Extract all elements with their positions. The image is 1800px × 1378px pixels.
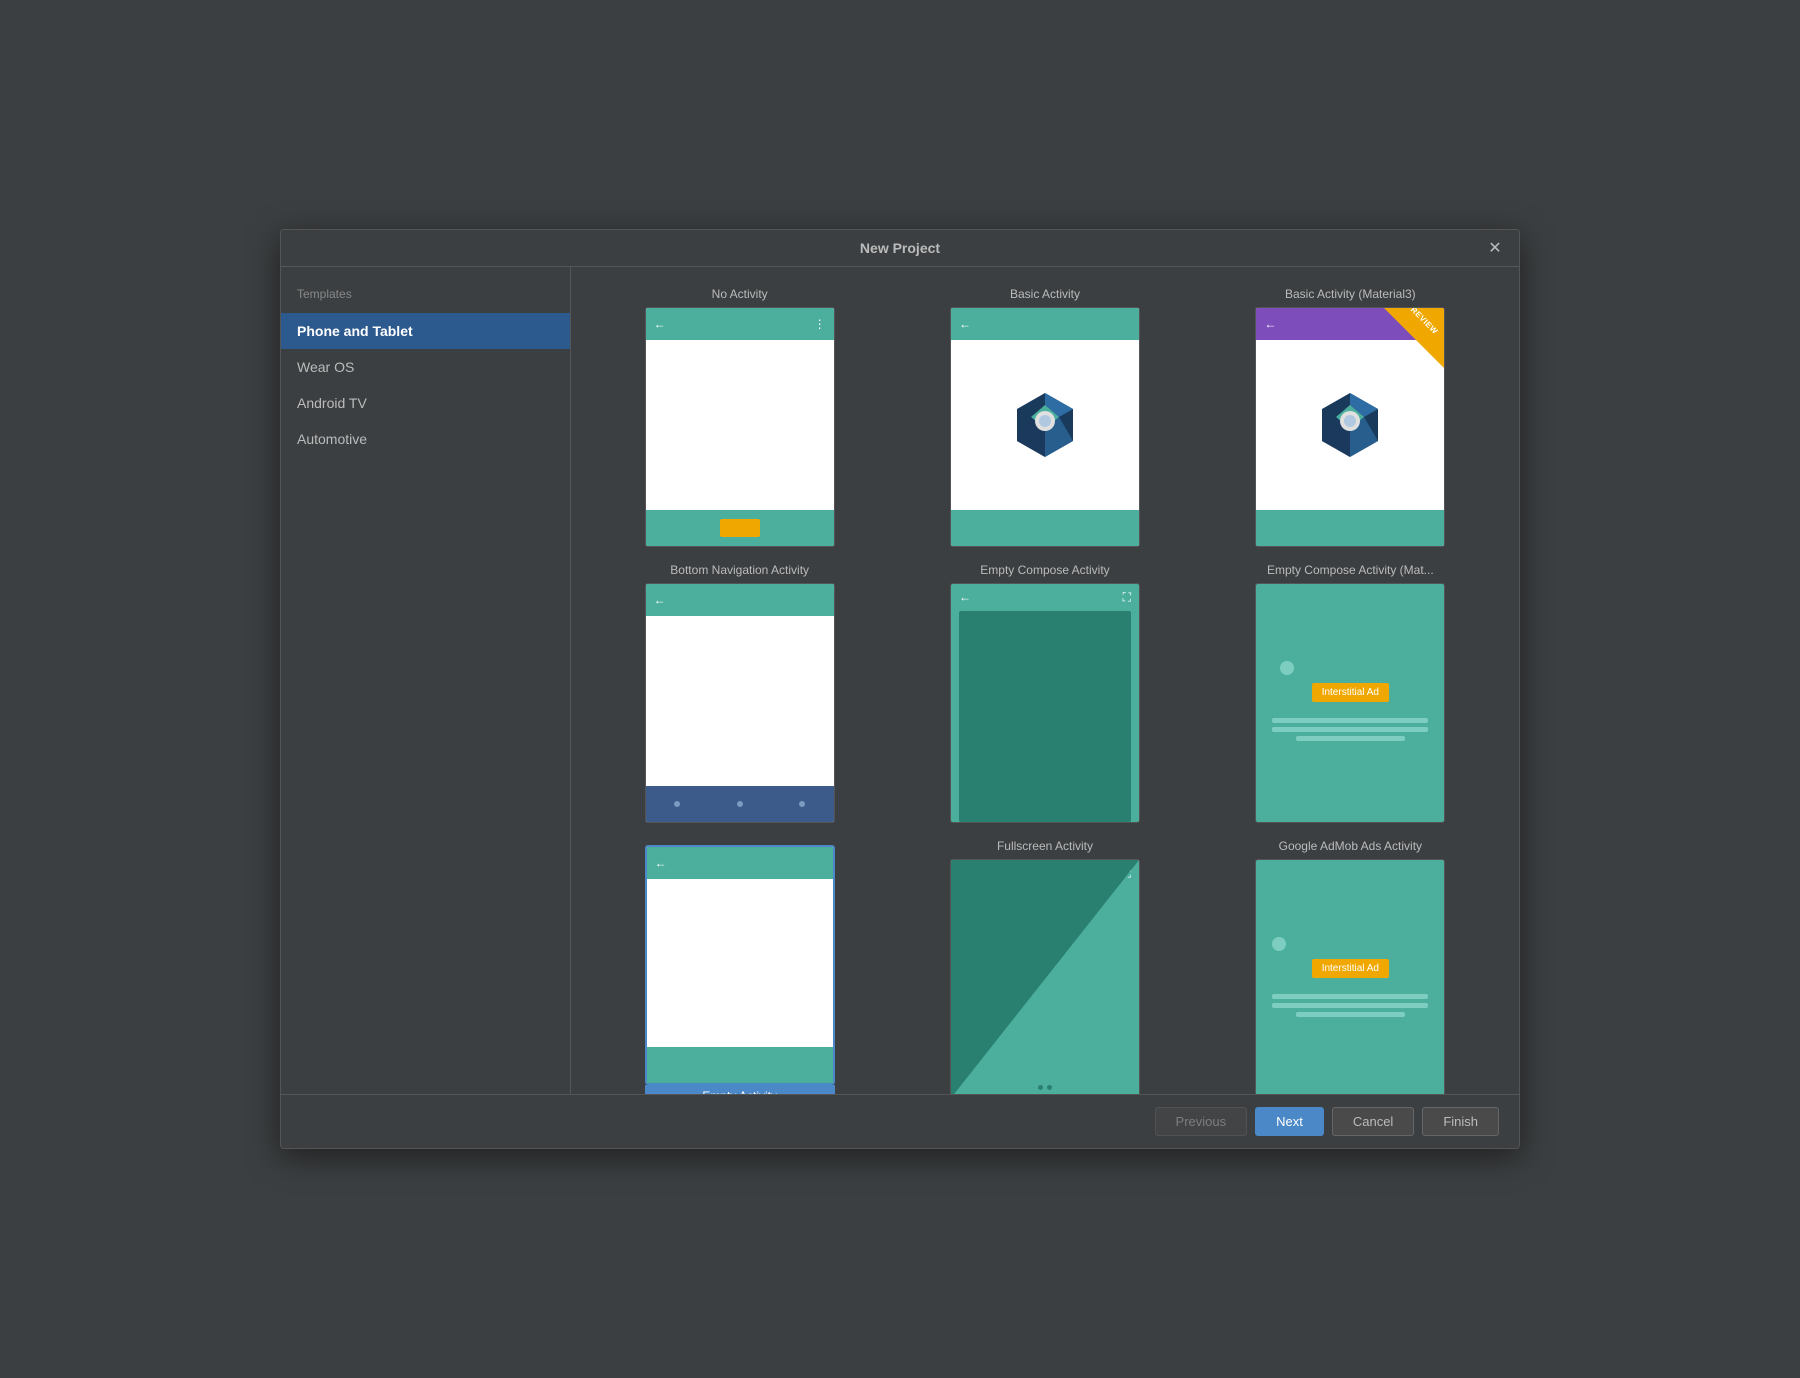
template-basic-activity[interactable]: Basic Activity ← — [900, 283, 1189, 551]
expand-icon: ⛶ — [1123, 590, 1131, 605]
back-icon-m3: ← — [1264, 317, 1276, 331]
template-empty-compose-mat[interactable]: Empty Compose Activity (Mat... Interstit… — [1206, 559, 1495, 827]
jetpack-icon — [1005, 385, 1085, 465]
template-fullscreen[interactable]: Fullscreen Activity ← ⛶ — [900, 835, 1189, 1094]
fab-icon — [720, 519, 760, 537]
template-label-fullscreen: Fullscreen Activity — [997, 839, 1093, 853]
ad-line-1 — [1272, 718, 1428, 723]
phone-topbar: ← — [951, 308, 1139, 340]
main-area: No Activity ← ⋮ — [571, 267, 1519, 1094]
template-label-bottom-nav: Bottom Navigation Activity — [670, 563, 809, 577]
sidebar-item-automotive[interactable]: Automotive — [281, 421, 570, 457]
compose-mat-dot — [1280, 661, 1294, 675]
template-thumb-empty: ← — [645, 845, 835, 1085]
template-thumb-empty-compose: ← ⛶ — [950, 583, 1140, 823]
template-label-basic-m3: Basic Activity (Material3) — [1285, 287, 1416, 301]
admob-badge: Interstitial Ad — [1312, 959, 1389, 978]
admob-line-3 — [1296, 1012, 1405, 1017]
diagonal-compose — [959, 611, 1131, 822]
admob-line-2 — [1272, 1003, 1428, 1008]
dialog-title: New Project — [860, 240, 940, 256]
interstitial-ad-badge: Interstitial Ad — [1312, 683, 1389, 702]
template-selected-label: Empty Activity — [645, 1085, 835, 1094]
menu-icon: ⋮ — [814, 317, 826, 331]
nav-dot-3 — [799, 801, 805, 807]
nav-dot-1 — [674, 801, 680, 807]
admob-dot — [1272, 937, 1286, 951]
templates-grid: No Activity ← ⋮ — [571, 267, 1519, 1094]
diagonal-svg — [951, 860, 1139, 1094]
nav-dot-2 — [737, 801, 743, 807]
admob-line-1 — [1272, 994, 1428, 999]
template-admob[interactable]: Google AdMob Ads Activity Interstitial A… — [1206, 835, 1495, 1094]
fs-dot-2 — [1047, 1085, 1052, 1090]
dialog-content: Templates Phone and Tablet Wear OS Andro… — [281, 267, 1519, 1094]
ad-line-3 — [1296, 736, 1405, 741]
template-thumb-bottom-nav: ← — [645, 583, 835, 823]
back-arrow-icon: ← — [654, 317, 666, 331]
template-label-empty-compose-mat: Empty Compose Activity (Mat... — [1267, 563, 1434, 577]
fs-dot-1 — [1038, 1085, 1043, 1090]
dialog-footer: Previous Next Cancel Finish — [281, 1094, 1519, 1148]
back-icon: ← — [959, 317, 971, 331]
template-label-admob: Google AdMob Ads Activity — [1279, 839, 1422, 853]
sidebar: Templates Phone and Tablet Wear OS Andro… — [281, 267, 571, 1094]
template-basic-material3[interactable]: Basic Activity (Material3) PREVIEW ← — [1206, 283, 1495, 551]
sidebar-item-android-tv[interactable]: Android TV — [281, 385, 570, 421]
template-thumb-no-activity: ← ⋮ — [645, 307, 835, 547]
back-icon-ec: ← — [959, 590, 971, 605]
template-thumb-basic-m3: PREVIEW ← — [1255, 307, 1445, 547]
finish-button[interactable]: Finish — [1422, 1107, 1499, 1136]
template-label-basic: Basic Activity — [1010, 287, 1080, 301]
back-icon-bn: ← — [654, 593, 666, 607]
template-bottom-nav[interactable]: Bottom Navigation Activity ← — [595, 559, 884, 827]
template-empty-activity[interactable]: ← Empty Activity — [595, 835, 884, 1094]
back-icon-ea: ← — [655, 856, 667, 870]
sidebar-section-label: Templates — [281, 283, 570, 313]
template-no-activity[interactable]: No Activity ← ⋮ — [595, 283, 884, 551]
previous-button[interactable]: Previous — [1155, 1107, 1248, 1136]
new-project-dialog: New Project ✕ Templates Phone and Tablet… — [280, 229, 1520, 1149]
cancel-button[interactable]: Cancel — [1332, 1107, 1414, 1136]
ad-line-2 — [1272, 727, 1428, 732]
template-thumb-fullscreen: ← ⛶ — [950, 859, 1140, 1094]
template-thumb-basic: ← — [950, 307, 1140, 547]
title-bar: New Project ✕ — [281, 230, 1519, 267]
template-thumb-empty-compose-mat: Interstitial Ad — [1255, 583, 1445, 823]
jetpack-icon-m3 — [1310, 385, 1390, 465]
template-empty-compose[interactable]: Empty Compose Activity ← ⛶ — [900, 559, 1189, 827]
template-label-empty-compose: Empty Compose Activity — [980, 563, 1109, 577]
next-button[interactable]: Next — [1255, 1107, 1324, 1136]
close-button[interactable]: ✕ — [1485, 238, 1505, 258]
sidebar-item-wear-os[interactable]: Wear OS — [281, 349, 570, 385]
template-label-no-activity: No Activity — [712, 287, 768, 301]
sidebar-item-phone-tablet[interactable]: Phone and Tablet — [281, 313, 570, 349]
template-thumb-admob: Interstitial Ad — [1255, 859, 1445, 1094]
